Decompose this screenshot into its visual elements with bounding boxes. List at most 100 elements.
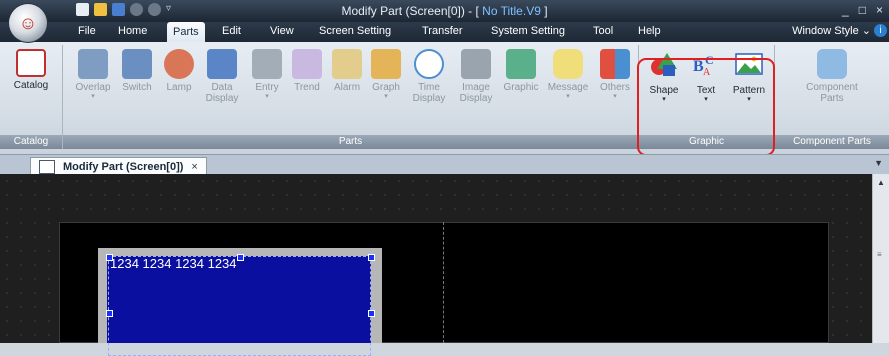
entry-button[interactable]: Entry ▾ [247, 49, 287, 101]
graph-button[interactable]: Graph ▾ [366, 49, 406, 101]
switch-button[interactable]: Switch [117, 49, 157, 93]
others-button[interactable]: Others ▾ [593, 49, 637, 101]
image-display-label-2: Display [459, 93, 493, 104]
maximize-button[interactable]: □ [859, 3, 866, 17]
graphic-group-highlight [637, 58, 775, 156]
overlap-label: Overlap [75, 82, 111, 93]
resize-handle[interactable] [368, 310, 375, 317]
window-title-document: No Title.V9 [482, 4, 541, 18]
graphic-parts-label: Graphic [503, 82, 539, 93]
lamp-label: Lamp [166, 82, 192, 93]
title-bar: ▿ Modify Part (Screen[0]) - [ No Title.V… [0, 0, 889, 22]
minimize-button[interactable]: _ [842, 3, 849, 17]
document-tab-label: Modify Part (Screen[0]) [63, 161, 184, 173]
graph-icon [371, 49, 401, 79]
data-display-icon [207, 49, 237, 79]
tab-help[interactable]: Help [638, 25, 661, 37]
ribbon-tab-bar: File Home Parts Edit View Screen Setting… [0, 22, 889, 42]
ribbon-group-catalog: Catalog Catalog [0, 45, 63, 149]
tab-system-setting[interactable]: System Setting [491, 25, 565, 37]
application-button[interactable]: ☺ [9, 4, 47, 42]
data-display-button[interactable]: Data Display [199, 49, 245, 104]
trend-icon [292, 49, 322, 79]
entry-icon [252, 49, 282, 79]
tab-home[interactable]: Home [118, 25, 147, 37]
alarm-label: Alarm [333, 82, 361, 93]
document-tab-strip: Modify Part (Screen[0]) × ▼ [0, 154, 889, 176]
dropdown-arrow-icon: ▾ [613, 93, 617, 100]
tab-view[interactable]: View [270, 25, 294, 37]
graph-label: Graph [372, 82, 400, 93]
catalog-button-label: Catalog [13, 80, 49, 91]
dropdown-arrow-icon: ▾ [384, 93, 388, 100]
tab-edit[interactable]: Edit [222, 25, 241, 37]
center-guide-line [443, 222, 444, 343]
camera-icon [461, 49, 491, 79]
tab-list-dropdown-icon[interactable]: ▼ [874, 158, 883, 168]
component-parts-label-2: Parts [820, 93, 844, 104]
window-style-menu[interactable]: Window Style ⌄ [792, 24, 871, 37]
window-title-suffix: ] [540, 4, 548, 18]
ribbon-group-component-parts: Component Parts Component Parts [775, 45, 889, 149]
message-icon [553, 49, 583, 79]
catalog-button[interactable]: Catalog [4, 49, 58, 91]
tab-transfer[interactable]: Transfer [422, 25, 463, 37]
data-display-label: Data [211, 82, 233, 93]
image-display-label: Image [462, 82, 490, 93]
trend-button[interactable]: Trend [287, 49, 327, 93]
switch-icon [122, 49, 152, 79]
window-title: Modify Part (Screen[0]) - [ No Title.V9 … [0, 4, 889, 18]
switch-label: Switch [122, 82, 152, 93]
data-display-label-2: Display [205, 93, 239, 104]
app-logo-icon: ☺ [18, 12, 38, 33]
overlap-button[interactable]: Overlap ▾ [71, 49, 115, 101]
message-button[interactable]: Message ▾ [545, 49, 591, 101]
group-label-parts: Parts [63, 135, 638, 149]
alarm-icon [332, 49, 362, 79]
overlap-icon [78, 49, 108, 79]
book-icon [16, 49, 46, 77]
lamp-button[interactable]: Lamp [159, 49, 199, 93]
selection-rectangle [108, 256, 371, 356]
tab-parts[interactable]: Parts [167, 22, 205, 42]
component-parts-button[interactable]: Component Parts [785, 49, 879, 104]
dropdown-arrow-icon: ▾ [566, 93, 570, 100]
lamp-icon [164, 49, 194, 79]
resize-handle[interactable] [368, 254, 375, 261]
window-style-label: Window Style [792, 25, 859, 37]
tab-file[interactable]: File [78, 25, 96, 37]
group-label-component-parts: Component Parts [775, 135, 889, 149]
window-controls: _ □ × [842, 3, 883, 17]
screen-document-icon [39, 160, 55, 174]
others-icon [600, 49, 630, 79]
image-display-button[interactable]: Image Display [453, 49, 499, 104]
time-display-label-2: Display [412, 93, 446, 104]
info-icon[interactable]: i [874, 24, 887, 37]
others-label: Others [599, 82, 630, 93]
time-display-button[interactable]: Time Display [406, 49, 452, 104]
message-label: Message [547, 82, 589, 93]
chevron-down-icon: ⌄ [861, 25, 871, 37]
resize-handle[interactable] [237, 254, 244, 261]
resize-handle[interactable] [106, 310, 113, 317]
tab-screen-setting[interactable]: Screen Setting [319, 25, 391, 37]
window-title-prefix: Modify Part (Screen[0]) - [ [341, 4, 483, 18]
alarm-button[interactable]: Alarm [327, 49, 367, 93]
ribbon-group-parts: Overlap ▾ Switch Lamp Data Display Entry ▾ … [63, 45, 639, 149]
scroll-up-icon[interactable]: ▲ [877, 178, 885, 187]
group-label-catalog: Catalog [0, 135, 62, 149]
graphic-parts-button[interactable]: Graphic [499, 49, 543, 93]
dropdown-arrow-icon: ▾ [265, 93, 269, 100]
entry-label: Entry [255, 82, 279, 93]
dropdown-arrow-icon: ▾ [91, 93, 95, 100]
scroll-grip-icon[interactable]: ≡ [877, 250, 882, 259]
trend-label: Trend [294, 82, 320, 93]
vertical-scrollbar[interactable]: ▲ ≡ [872, 174, 889, 343]
clock-icon [414, 49, 444, 79]
graphic-icon [506, 49, 536, 79]
close-button[interactable]: × [876, 3, 883, 17]
component-parts-label: Component [806, 82, 858, 93]
resize-handle[interactable] [106, 254, 113, 261]
tab-close-icon[interactable]: × [191, 161, 197, 173]
tab-tool[interactable]: Tool [593, 25, 613, 37]
